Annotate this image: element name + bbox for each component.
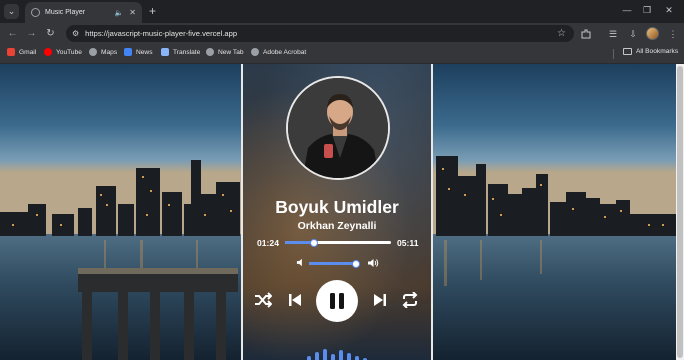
page-content: Boyuk Umidler Orkhan Zeynalli 01:24 05:1… (0, 64, 684, 360)
downloads-icon[interactable]: ⇩ (626, 27, 640, 41)
media-control-icon[interactable]: ☰ (606, 27, 620, 41)
progress-thumb[interactable] (309, 238, 318, 247)
song-title: Boyuk Umidler (275, 197, 399, 217)
menu-icon[interactable]: ⋮ (666, 27, 680, 41)
tab-search-icon[interactable]: ⌄ (4, 4, 19, 19)
restore-icon[interactable]: ❐ (637, 3, 657, 17)
next-track-icon[interactable] (370, 290, 390, 310)
window-close-icon[interactable]: ✕ (659, 3, 679, 17)
volume-high-icon[interactable] (367, 258, 379, 270)
globe-icon (251, 48, 259, 56)
folder-icon (623, 48, 632, 55)
scrollbar-thumb[interactable] (677, 66, 683, 358)
bookmark-new-tab[interactable]: New Tab (206, 48, 244, 56)
duration: 05:11 (397, 238, 419, 248)
tab-strip: ⌄ Music Player 🔈 ✕ + — ❐ ✕ (0, 0, 684, 23)
bookmark-label: New Tab (218, 48, 244, 56)
bookmark-youtube[interactable]: YouTube (44, 48, 82, 56)
bookmarks-bar: Gmail YouTube Maps News Translate New Ta… (0, 44, 684, 64)
volume-slider[interactable] (309, 259, 360, 268)
close-tab-icon[interactable]: ✕ (129, 8, 136, 17)
speaker-icon[interactable]: 🔈 (115, 9, 124, 17)
volume-low-icon[interactable] (296, 258, 305, 269)
album-cover-image (286, 76, 390, 180)
bookmark-label: YouTube (56, 48, 82, 56)
translate-icon (161, 48, 169, 56)
artist-name: Orkhan Zeynalli (297, 220, 377, 232)
music-player-card: Boyuk Umidler Orkhan Zeynalli 01:24 05:1… (241, 64, 433, 360)
shuffle-icon[interactable] (253, 290, 273, 310)
bookmark-gmail[interactable]: Gmail (7, 48, 36, 56)
profile-avatar[interactable] (646, 27, 659, 40)
browser-toolbar: ← → ↻ ⚙ https://javascript-music-player-… (0, 23, 684, 44)
scrollbar[interactable] (676, 64, 684, 360)
volume-thumb[interactable] (352, 259, 360, 268)
bookmark-label: Maps (101, 48, 118, 56)
bookmark-star-icon[interactable]: ☆ (557, 28, 566, 39)
url-text[interactable]: https://javascript-music-player-five.ver… (85, 29, 557, 38)
bookmark-label: Adobe Acrobat (263, 48, 307, 56)
bookmark-adobe-acrobat[interactable]: Adobe Acrobat (251, 48, 306, 56)
forward-icon[interactable]: → (24, 26, 39, 41)
progress-slider[interactable] (285, 238, 391, 247)
extensions-icon[interactable] (579, 27, 593, 41)
new-tab-icon[interactable]: + (149, 4, 156, 18)
volume-fill (309, 262, 356, 265)
bookmark-label: Gmail (19, 48, 37, 56)
globe-icon (206, 48, 214, 56)
globe-icon (31, 8, 40, 17)
bookmark-news[interactable]: News (124, 48, 153, 56)
back-icon[interactable]: ← (5, 26, 20, 41)
repeat-icon[interactable] (400, 290, 420, 310)
globe-icon (89, 48, 97, 56)
pause-icon (330, 293, 344, 309)
site-info-icon[interactable]: ⚙ (72, 29, 79, 38)
all-bookmarks[interactable]: All Bookmarks (623, 48, 678, 55)
previous-track-icon[interactable] (285, 290, 305, 310)
audio-visualizer (307, 349, 367, 360)
bookmark-label: Translate (173, 48, 201, 56)
tab-title: Music Player (45, 9, 86, 16)
bookmarks-divider (613, 49, 614, 59)
minimize-icon[interactable]: — (617, 3, 637, 17)
pause-button[interactable] (316, 280, 358, 322)
all-bookmarks-label: All Bookmarks (636, 48, 679, 55)
address-bar[interactable]: ⚙ https://javascript-music-player-five.v… (66, 25, 574, 42)
reload-icon[interactable]: ↻ (43, 26, 58, 41)
youtube-icon (44, 48, 52, 56)
bookmark-label: News (136, 48, 153, 56)
current-time: 01:24 (257, 238, 279, 248)
bookmark-translate[interactable]: Translate (161, 48, 200, 56)
news-icon (124, 48, 132, 56)
tab-music-player[interactable]: Music Player 🔈 ✕ (25, 2, 142, 23)
gmail-icon (7, 48, 15, 56)
bookmark-maps[interactable]: Maps (89, 48, 117, 56)
